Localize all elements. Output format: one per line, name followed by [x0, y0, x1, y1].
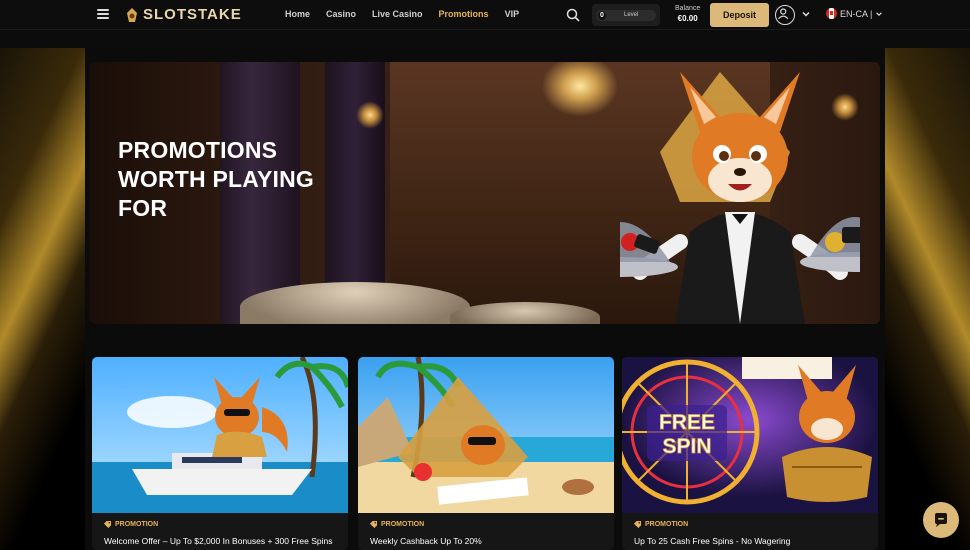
- live-chat-button[interactable]: [923, 502, 959, 538]
- balance-display: Balance €0.00: [675, 4, 700, 24]
- promotions-hero-banner: PROMOTIONS WORTH PLAYING FOR: [90, 62, 880, 324]
- nav-promotions[interactable]: Promotions: [439, 9, 489, 19]
- nav-vip[interactable]: VIP: [505, 9, 520, 19]
- fox-on-beach-image: [358, 357, 614, 513]
- free-spin-image-text: FREE: [659, 411, 715, 434]
- fox-on-yacht-image: [92, 357, 348, 513]
- hero-title-line: FOR: [118, 195, 168, 221]
- dining-table-image: [240, 282, 470, 324]
- nav-live-casino[interactable]: Live Casino: [372, 9, 423, 19]
- promotion-tag: PROMOTION: [634, 521, 688, 528]
- left-gold-glow: [0, 48, 95, 550]
- promotion-tag-label: PROMOTION: [381, 521, 425, 528]
- wall-lamp-image: [355, 100, 385, 130]
- balance-label: Balance: [675, 5, 701, 12]
- level-number: 0: [598, 10, 606, 20]
- promotion-tag-label: PROMOTION: [645, 521, 689, 528]
- hero-title: PROMOTIONS WORTH PLAYING FOR: [118, 136, 314, 223]
- search-icon[interactable]: [566, 8, 580, 22]
- level-indicator[interactable]: 0 Level: [592, 4, 660, 26]
- level-label: Level: [624, 11, 639, 18]
- promotion-card-title: Up To 25 Cash Free Spins - No Wagering: [634, 536, 791, 546]
- balance-value: €0.00: [677, 14, 698, 23]
- fox-ferris-wheel-free-spin-image: FREE SPIN: [622, 357, 878, 513]
- promotion-card[interactable]: PROMOTION Weekly Cashback Up To 20%: [358, 357, 614, 550]
- chevron-down-icon[interactable]: [801, 9, 811, 19]
- level-progress-bar: 0 Level: [596, 9, 656, 21]
- right-gold-glow: [875, 48, 970, 550]
- deposit-button[interactable]: Deposit: [710, 3, 769, 27]
- free-spin-image-text: SPIN: [662, 435, 711, 458]
- promotion-tag: PROMOTION: [370, 521, 424, 528]
- chat-bubble-icon: [935, 513, 947, 527]
- promotion-card-title: Welcome Offer – Up To $2,000 In Bonuses …: [104, 536, 333, 546]
- promotion-card[interactable]: PROMOTION Welcome Offer – Up To $2,000 I…: [92, 357, 348, 550]
- nav-casino[interactable]: Casino: [326, 9, 356, 19]
- tag-icon: [634, 521, 641, 528]
- canada-flag-icon: [826, 8, 837, 19]
- tag-icon: [370, 521, 377, 528]
- chevron-down-icon: [876, 11, 883, 16]
- logo[interactable]: SLOTSTAKE: [125, 6, 242, 23]
- dining-table-image: [450, 302, 600, 324]
- nav-home[interactable]: Home: [285, 9, 310, 19]
- promotion-tag: PROMOTION: [104, 521, 158, 528]
- tag-icon: [104, 521, 111, 528]
- logo-mark-icon: [127, 7, 137, 22]
- main-nav: Home Casino Live Casino Promotions VIP: [285, 9, 519, 19]
- promotion-tag-label: PROMOTION: [115, 521, 159, 528]
- fox-waiter-mascot-image: [620, 72, 860, 324]
- menu-icon[interactable]: [97, 9, 109, 19]
- language-label: EN-CA |: [840, 8, 873, 19]
- chandelier-image: [535, 62, 625, 122]
- promotion-card[interactable]: FREE SPIN PROMOTION Up To 25 Cash Free S…: [622, 357, 878, 550]
- logo-text: SLOTSTAKE: [143, 6, 242, 23]
- hero-title-line: WORTH PLAYING: [118, 166, 314, 192]
- user-avatar-icon[interactable]: [775, 5, 795, 25]
- promotion-card-title: Weekly Cashback Up To 20%: [370, 536, 482, 546]
- hero-title-line: PROMOTIONS: [118, 137, 278, 163]
- language-selector[interactable]: EN-CA |: [826, 8, 883, 19]
- top-header: SLOTSTAKE Home Casino Live Casino Promot…: [0, 0, 970, 30]
